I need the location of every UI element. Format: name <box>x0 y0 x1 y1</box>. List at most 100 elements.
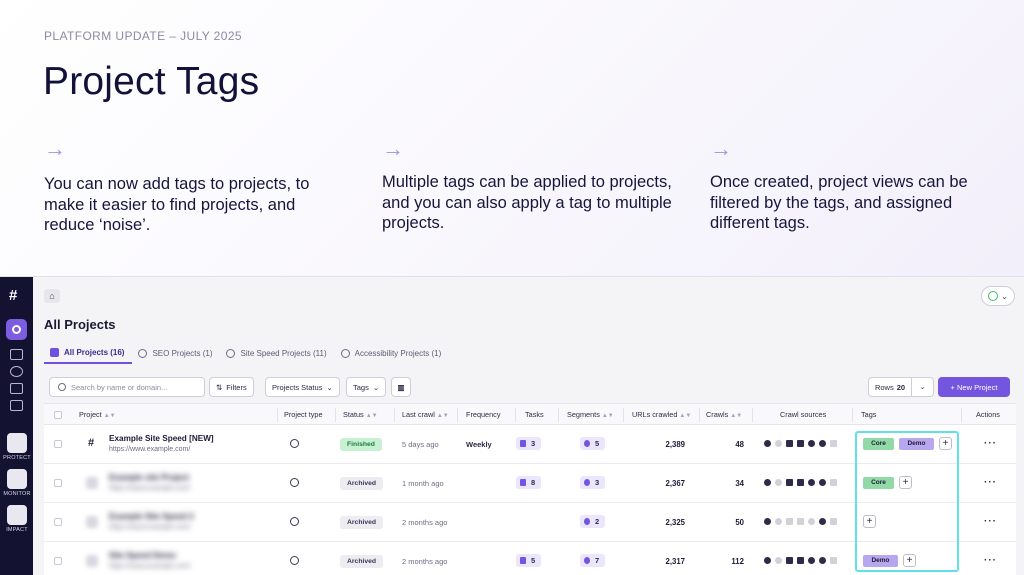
link-source-icon <box>808 557 815 564</box>
tag-chip[interactable]: Demo <box>863 555 898 567</box>
accessibility-icon <box>340 348 350 358</box>
tasks-chip[interactable]: 3 <box>516 437 542 450</box>
col-tasks: Tasks <box>525 410 544 419</box>
home-icon[interactable]: ⌂ <box>44 289 60 303</box>
urls-crawled: 2,389 <box>665 440 685 449</box>
row-checkbox[interactable] <box>54 479 62 487</box>
columns-icon[interactable]: ▥ <box>391 377 411 397</box>
sliders-icon: ⇅ <box>216 382 223 392</box>
col-segments[interactable]: Segments ▲▼ <box>567 404 614 426</box>
project-cell[interactable]: Example Site Speed 2 https://www.example… <box>109 512 194 531</box>
project-cell[interactable]: Site Speed Demo https://www.example.com/ <box>109 551 190 570</box>
tags-dropdown[interactable]: Tags ⌄ <box>346 377 387 397</box>
protect-icon <box>7 433 27 453</box>
row-checkbox[interactable] <box>54 440 62 448</box>
col-crawls[interactable]: Crawls ▲▼ <box>706 404 742 426</box>
segments-chip[interactable]: 7 <box>580 554 606 567</box>
status-badge: Archived <box>340 477 384 490</box>
search-console-icon <box>819 518 826 525</box>
eyebrow-label: PLATFORM UPDATE – JULY 2025 <box>44 29 242 43</box>
crawls: 34 <box>735 479 744 488</box>
rows-per-page[interactable]: Rows 20 <box>868 377 912 397</box>
list-source-icon <box>775 479 782 486</box>
user-menu-button[interactable]: ⌄ <box>981 286 1015 306</box>
link-source-icon <box>808 518 815 525</box>
segments-chip[interactable]: 2 <box>580 515 606 528</box>
sitemap-source-icon <box>786 440 793 447</box>
analytics-source-icon <box>797 557 804 564</box>
more-actions-icon[interactable]: ··· <box>984 477 997 488</box>
feature-text: Multiple tags can be applied to projects… <box>382 173 672 232</box>
project-cell[interactable]: Example site Project https://www.example… <box>109 473 190 492</box>
analytics-source-icon <box>797 518 804 525</box>
filters-button[interactable]: ⇅ Filters <box>209 377 254 397</box>
project-tabs: All Projects (16) SEO Projects (1) Site … <box>44 342 449 364</box>
feature-text: Once created, project views can be filte… <box>710 173 968 232</box>
module-monitor[interactable]: MONITOR <box>3 469 31 497</box>
project-cell[interactable]: Example Site Speed [NEW] https://www.exa… <box>109 434 214 453</box>
add-tag-button[interactable]: + <box>903 554 916 567</box>
segments-chip[interactable]: 5 <box>580 437 606 450</box>
page-title: All Projects <box>44 317 116 332</box>
table-row[interactable]: # Example Site Speed [NEW] https://www.e… <box>44 425 1016 464</box>
arrow-right-icon: → <box>710 136 732 161</box>
tasks-chip[interactable]: 8 <box>516 476 542 489</box>
crawl-sources <box>764 557 837 564</box>
col-status[interactable]: Status ▲▼ <box>343 404 378 426</box>
col-last-crawl[interactable]: Last crawl ▲▼ <box>402 404 449 426</box>
chevron-down-icon: ⌄ <box>372 382 380 392</box>
gauge-icon <box>290 517 299 526</box>
status-badge: Finished <box>340 438 382 451</box>
new-project-button[interactable]: + New Project <box>938 377 1010 397</box>
clipboard-nav-icon[interactable] <box>10 383 23 394</box>
sitemap-source-icon <box>786 479 793 486</box>
projects-nav-icon[interactable] <box>6 319 27 340</box>
chevron-down-icon[interactable]: ⌄ <box>912 377 934 397</box>
col-project[interactable]: Project ▲▼ <box>79 404 116 426</box>
tab-accessibility-projects[interactable]: Accessibility Projects (1) <box>335 342 450 364</box>
tasks-chip[interactable]: 5 <box>516 554 542 567</box>
arrow-right-icon: → <box>44 136 66 161</box>
table-row[interactable]: Site Speed Demo https://www.example.com/… <box>44 542 1016 575</box>
web-source-icon <box>764 557 771 564</box>
module-protect[interactable]: PROTECT <box>3 433 31 461</box>
feature-1: → You can now add tags to projects, to m… <box>44 138 344 236</box>
select-all-checkbox[interactable] <box>54 411 62 419</box>
tab-seo-projects[interactable]: SEO Projects (1) <box>132 342 220 364</box>
log-source-icon <box>830 479 837 486</box>
search-input[interactable]: Search by name or domain... <box>49 377 205 397</box>
add-tag-button[interactable]: + <box>939 437 952 450</box>
projects-status-dropdown[interactable]: Projects Status ⌄ <box>265 377 340 397</box>
list-source-icon <box>775 557 782 564</box>
analytics-source-icon <box>797 440 804 447</box>
grid-nav-icon[interactable] <box>10 349 23 360</box>
checklist-nav-icon[interactable] <box>10 400 23 411</box>
segments-chip[interactable]: 3 <box>580 476 606 489</box>
more-actions-icon[interactable]: ··· <box>984 516 997 527</box>
more-actions-icon[interactable]: ··· <box>984 555 997 566</box>
sitemap-source-icon <box>786 518 793 525</box>
last-crawl: 2 months ago <box>402 557 448 566</box>
col-urls-crawled[interactable]: URLs crawled ▲▼ <box>632 404 691 426</box>
tab-site-speed-projects[interactable]: Site Speed Projects (11) <box>220 342 334 364</box>
add-tag-button[interactable]: + <box>863 515 876 528</box>
tab-all-projects[interactable]: All Projects (16) <box>44 342 133 364</box>
project-thumbnail <box>86 555 98 567</box>
tag-chip[interactable]: Core <box>863 477 894 489</box>
crawls: 48 <box>735 440 744 449</box>
table-row[interactable]: Example site Project https://www.example… <box>44 464 1016 503</box>
tag-chip[interactable]: Demo <box>899 438 934 450</box>
list-source-icon <box>775 440 782 447</box>
tag-chip[interactable]: Core <box>863 438 894 450</box>
row-checkbox[interactable] <box>54 557 62 565</box>
more-actions-icon[interactable]: ··· <box>984 438 997 449</box>
feature-3: → Once created, project views can be fil… <box>710 138 1010 234</box>
module-impact[interactable]: IMPACT <box>3 505 31 533</box>
project-thumbnail <box>86 516 98 528</box>
table-row[interactable]: Example Site Speed 2 https://www.example… <box>44 503 1016 542</box>
globe-icon <box>290 478 299 487</box>
web-source-icon <box>764 440 771 447</box>
chart-nav-icon[interactable] <box>10 366 23 377</box>
row-checkbox[interactable] <box>54 518 62 526</box>
add-tag-button[interactable]: + <box>899 476 912 489</box>
